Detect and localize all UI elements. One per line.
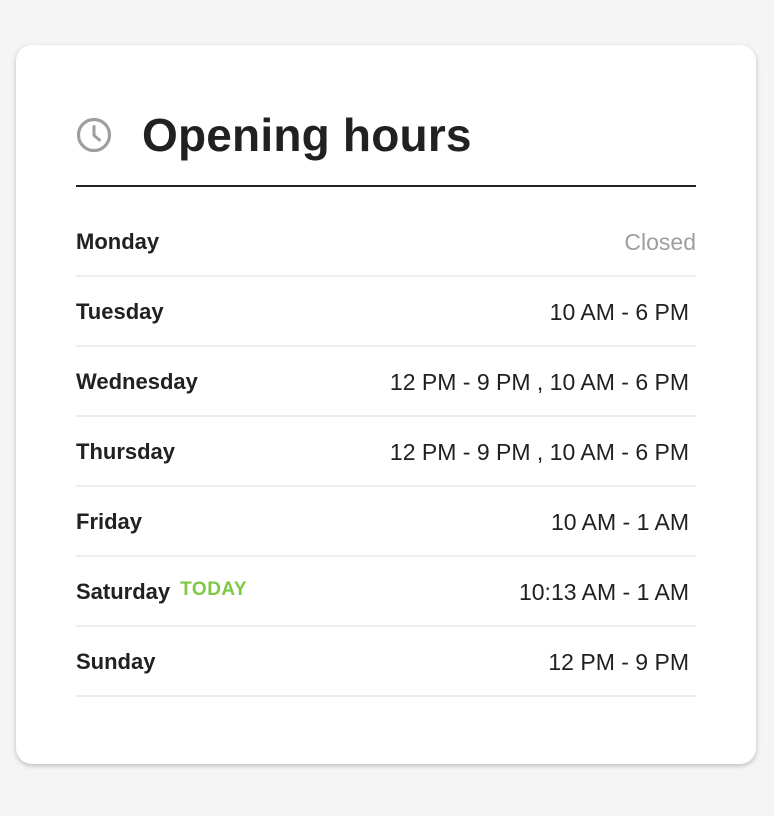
day-name: Sunday (76, 649, 156, 674)
day-hours: 10 AM - 1 AM (550, 509, 689, 535)
day-row-thursday: Thursday 12 PM - 9 PM , 10 AM - 6 PM (76, 417, 696, 487)
day-hours: 10 AM - 6 PM (549, 299, 689, 325)
day-name: Thursday (76, 439, 176, 464)
day-row-wednesday: Wednesday 12 PM - 9 PM , 10 AM - 6 PM (76, 347, 696, 417)
day-row-tuesday: Tuesday 10 AM - 6 PM (76, 277, 696, 347)
day-hours: Closed (624, 229, 696, 255)
day-row-monday: Monday Closed (76, 207, 696, 277)
day-hours: 10:13 AM - 1 AM (518, 579, 689, 605)
day-row-saturday: Saturday TODAY 10:13 AM - 1 AM (76, 557, 696, 627)
today-badge: TODAY (180, 579, 248, 600)
day-name: Monday (76, 229, 160, 254)
card-header: Opening hours (76, 105, 696, 187)
opening-hours-card: Opening hours Monday Closed Tuesday 10 A… (16, 45, 756, 764)
day-name: Friday (76, 509, 143, 534)
day-name: Wednesday (76, 369, 198, 394)
clock-icon (76, 117, 112, 153)
day-row-friday: Friday 10 AM - 1 AM (76, 487, 696, 557)
day-hours: 12 PM - 9 PM , 10 AM - 6 PM (389, 439, 689, 465)
card-title: Opening hours (142, 109, 472, 161)
day-hours: 12 PM - 9 PM (548, 649, 689, 675)
day-row-sunday: Sunday 12 PM - 9 PM (76, 627, 696, 697)
day-name: Saturday TODAY (76, 557, 247, 627)
day-name: Tuesday (76, 299, 164, 324)
hours-list: Monday Closed Tuesday 10 AM - 6 PM Wedne… (76, 207, 696, 697)
day-hours: 12 PM - 9 PM , 10 AM - 6 PM (389, 369, 689, 395)
